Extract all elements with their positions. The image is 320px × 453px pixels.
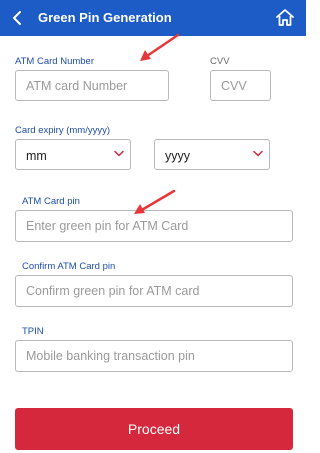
app-header: Green Pin Generation (0, 0, 306, 36)
expiry-month-select[interactable]: mm (15, 139, 131, 170)
tpin-field[interactable] (15, 340, 293, 372)
expiry-year-select[interactable]: yyyy (154, 139, 270, 170)
home-button[interactable] (274, 7, 296, 29)
expiry-month-value: mm (26, 149, 47, 163)
confirm-atm-card-pin-label: Confirm ATM Card pin (22, 261, 116, 272)
chevron-down-icon (114, 150, 124, 157)
cvv-input[interactable] (211, 71, 270, 100)
home-icon (276, 9, 294, 26)
tpin-input[interactable] (16, 341, 292, 371)
cvv-field[interactable] (210, 70, 271, 101)
atm-card-number-input[interactable] (16, 71, 168, 100)
confirm-atm-card-pin-input[interactable] (16, 276, 292, 306)
atm-card-number-field[interactable] (15, 70, 169, 101)
expiry-year-value: yyyy (165, 149, 190, 163)
chevron-left-icon (13, 11, 21, 25)
atm-card-number-label: ATM Card Number (15, 56, 95, 67)
cvv-label: CVV (210, 56, 230, 67)
tpin-label: TPIN (22, 326, 44, 337)
atm-card-pin-input[interactable] (16, 211, 292, 241)
page-title: Green Pin Generation (38, 10, 172, 25)
atm-card-pin-label: ATM Card pin (22, 196, 80, 207)
atm-card-pin-field[interactable] (15, 210, 293, 242)
card-expiry-label: Card expiry (mm/yyyy) (15, 125, 111, 136)
proceed-button[interactable]: Proceed (15, 408, 293, 450)
back-button[interactable] (6, 6, 30, 30)
chevron-down-icon (253, 150, 263, 157)
confirm-atm-card-pin-field[interactable] (15, 275, 293, 307)
